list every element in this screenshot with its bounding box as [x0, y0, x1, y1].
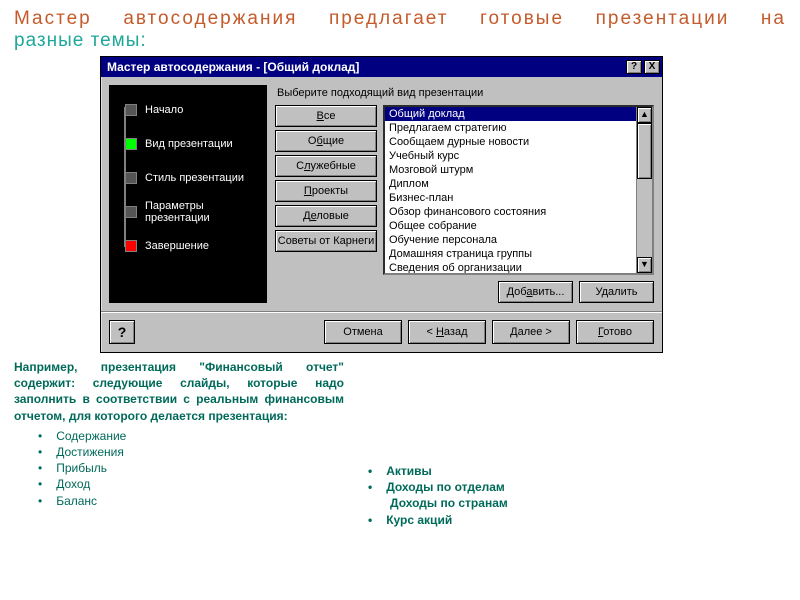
- instruction-text: Выберите подходящий вид презентации: [275, 85, 654, 105]
- step-start[interactable]: Начало: [115, 99, 261, 121]
- step-label: Параметры презентации: [145, 200, 261, 224]
- description-intro: Например, презентация "Финансовый отчет"…: [14, 359, 344, 424]
- step-marker-icon: [125, 138, 137, 150]
- bullet-item: Доход: [14, 476, 344, 492]
- step-type[interactable]: Вид презентации: [115, 133, 261, 155]
- add-button[interactable]: Добавить...: [498, 281, 573, 303]
- list-item[interactable]: Обзор финансового состояния: [385, 205, 636, 219]
- category-service-button[interactable]: Служебные: [275, 155, 377, 177]
- bullet-item: Достижения: [14, 444, 344, 460]
- step-label: Стиль презентации: [145, 172, 244, 184]
- category-general-button[interactable]: Общие: [275, 130, 377, 152]
- category-all-button[interactable]: Все: [275, 105, 377, 127]
- bullet-item: Прибыль: [14, 460, 344, 476]
- list-item[interactable]: Учебный курс: [385, 149, 636, 163]
- list-item[interactable]: Предлагаем стратегию: [385, 121, 636, 135]
- bullet-item: Курс акций: [364, 512, 508, 528]
- list-item[interactable]: Общий доклад: [385, 107, 636, 121]
- list-item[interactable]: Мозговой штурм: [385, 163, 636, 177]
- help-button[interactable]: ?: [626, 60, 642, 74]
- remove-button[interactable]: Удалить: [579, 281, 654, 303]
- step-marker-icon: [125, 240, 137, 252]
- bullet-item: Доходы по странам: [364, 495, 508, 511]
- step-label: Начало: [145, 104, 183, 116]
- wizard-dialog: Мастер автосодержания - [Общий доклад] ?…: [100, 56, 663, 353]
- close-button[interactable]: X: [644, 60, 660, 74]
- bullet-item: Содержание: [14, 428, 344, 444]
- bullet-item: Доходы по отделам: [364, 479, 508, 495]
- wizard-steps-panel: Начало Вид презентации Стиль презентации…: [109, 85, 267, 303]
- category-carnegie-button[interactable]: Советы от Карнеги: [275, 230, 377, 252]
- step-finish[interactable]: Завершение: [115, 235, 261, 257]
- back-button[interactable]: < Назад: [408, 320, 486, 344]
- list-item[interactable]: Обучение персонала: [385, 233, 636, 247]
- bullet-item: Баланс: [14, 493, 344, 509]
- step-style[interactable]: Стиль презентации: [115, 167, 261, 189]
- heading-line1: Мастер автосодержания предлагает готовые…: [14, 8, 786, 30]
- step-marker-icon: [125, 206, 137, 218]
- list-item[interactable]: Домашняя страница группы: [385, 247, 636, 261]
- scroll-up-icon[interactable]: ▲: [637, 107, 652, 123]
- list-item[interactable]: Диплом: [385, 177, 636, 191]
- list-item[interactable]: Бизнес-план: [385, 191, 636, 205]
- list-item[interactable]: Общее собрание: [385, 219, 636, 233]
- step-marker-icon: [125, 172, 137, 184]
- footer-help-button[interactable]: ?: [109, 320, 135, 344]
- list-item[interactable]: Сведения об организации: [385, 261, 636, 275]
- scroll-thumb[interactable]: [637, 123, 652, 179]
- category-projects-button[interactable]: Проекты: [275, 180, 377, 202]
- step-label: Завершение: [145, 240, 209, 252]
- category-buttons: Все Общие Служебные Проекты Деловые Сове…: [275, 105, 377, 303]
- list-item[interactable]: Сообщаем дурные новости: [385, 135, 636, 149]
- finish-button[interactable]: Готово: [576, 320, 654, 344]
- next-button[interactable]: Далее >: [492, 320, 570, 344]
- scrollbar[interactable]: ▲ ▼: [636, 107, 652, 273]
- cancel-button[interactable]: Отмена: [324, 320, 402, 344]
- presentation-listbox[interactable]: Общий докладПредлагаем стратегиюСообщаем…: [383, 105, 654, 275]
- category-business-button[interactable]: Деловые: [275, 205, 377, 227]
- titlebar: Мастер автосодержания - [Общий доклад] ?…: [101, 57, 662, 77]
- step-label: Вид презентации: [145, 138, 233, 150]
- bullet-item: Активы: [364, 463, 508, 479]
- step-marker-icon: [125, 104, 137, 116]
- dialog-footer: ? Отмена < Назад Далее > Готово: [101, 311, 662, 352]
- dialog-title: Мастер автосодержания - [Общий доклад]: [107, 60, 624, 74]
- heading-line2: разные темы:: [14, 30, 786, 52]
- page-heading: Мастер автосодержания предлагает готовые…: [0, 0, 800, 56]
- scroll-down-icon[interactable]: ▼: [637, 257, 652, 273]
- step-options[interactable]: Параметры презентации: [115, 201, 261, 223]
- description-block: Например, презентация "Финансовый отчет"…: [0, 353, 800, 528]
